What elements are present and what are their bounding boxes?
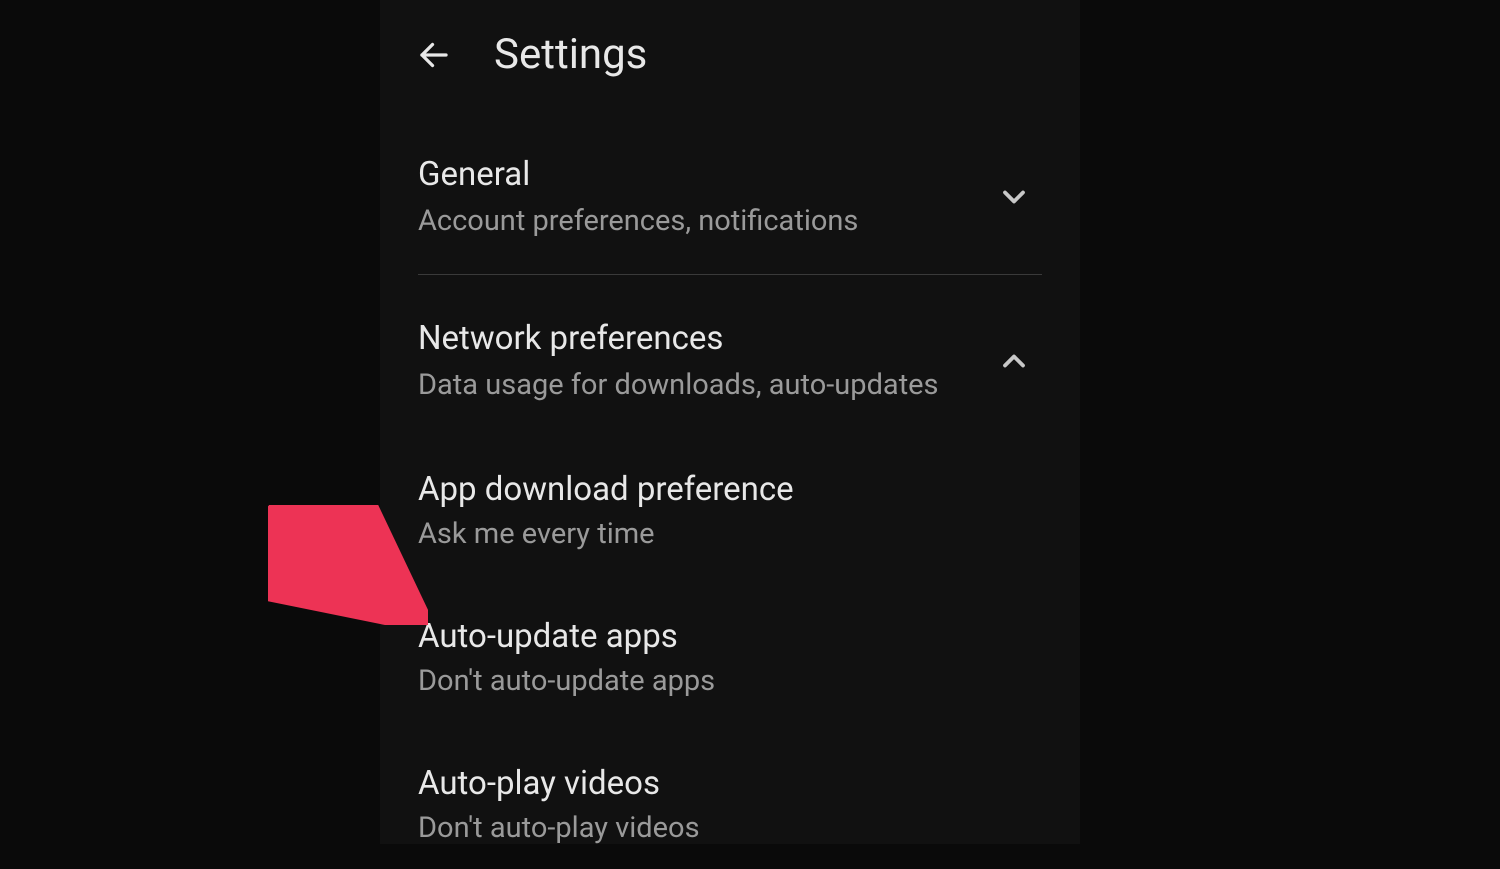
setting-auto-play-videos[interactable]: Auto-play videos Don't auto-play videos bbox=[380, 740, 1080, 869]
setting-auto-update-title: Auto-update apps bbox=[418, 617, 1042, 656]
setting-auto-play-value: Don't auto-play videos bbox=[418, 811, 1042, 845]
setting-app-download-value: Ask me every time bbox=[418, 517, 1042, 551]
divider bbox=[418, 274, 1042, 275]
section-network[interactable]: Network preferences Data usage for downl… bbox=[380, 293, 1080, 428]
section-network-title: Network preferences bbox=[418, 319, 976, 358]
section-network-text: Network preferences Data usage for downl… bbox=[418, 319, 976, 402]
chevron-up-icon bbox=[996, 343, 1032, 379]
section-network-subtitle: Data usage for downloads, auto-updates bbox=[418, 368, 976, 402]
page-title: Settings bbox=[494, 30, 647, 79]
back-arrow-icon bbox=[416, 37, 452, 73]
chevron-down-icon bbox=[996, 179, 1032, 215]
section-general[interactable]: General Account preferences, notificatio… bbox=[380, 129, 1080, 264]
setting-auto-update-value: Don't auto-update apps bbox=[418, 664, 1042, 698]
setting-app-download-title: App download preference bbox=[418, 470, 1042, 509]
section-general-title: General bbox=[418, 155, 976, 194]
setting-auto-play-title: Auto-play videos bbox=[418, 764, 1042, 803]
section-general-subtitle: Account preferences, notifications bbox=[418, 204, 976, 238]
header: Settings bbox=[380, 0, 1080, 109]
settings-screen: Settings General Account preferences, no… bbox=[380, 0, 1080, 844]
section-general-text: General Account preferences, notificatio… bbox=[418, 155, 976, 238]
setting-auto-update-apps[interactable]: Auto-update apps Don't auto-update apps bbox=[380, 593, 1080, 722]
back-button[interactable] bbox=[414, 35, 454, 75]
setting-app-download-preference[interactable]: App download preference Ask me every tim… bbox=[380, 446, 1080, 575]
